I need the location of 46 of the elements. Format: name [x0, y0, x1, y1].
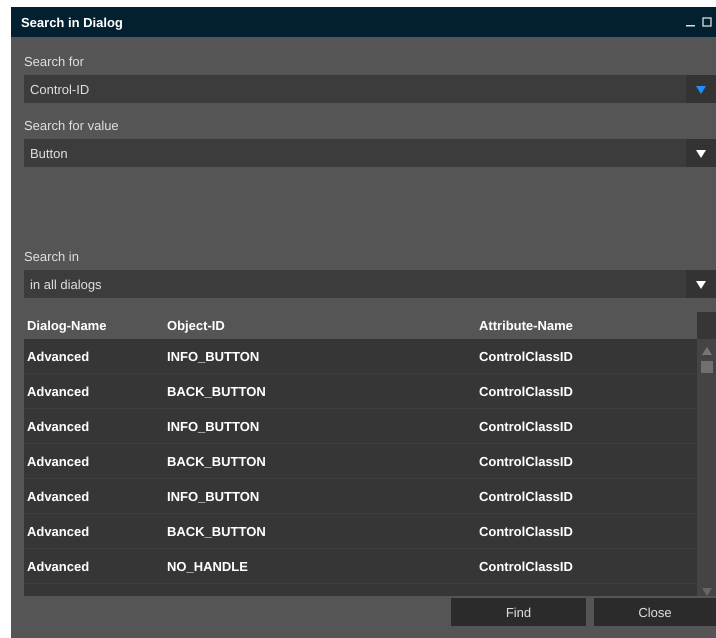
table-row[interactable]: Advanced INFO_BUTTON ControlClassID — [24, 479, 697, 514]
table-cell-text: ControlClassID — [479, 488, 574, 504]
table-row[interactable]: Advanced INFO_BUTTON ControlClassID — [24, 339, 697, 374]
table-cell-text: BACK_BUTTON — [167, 384, 267, 398]
dialog-button[interactable]: Close — [594, 598, 716, 626]
scrollbar[interactable] — [697, 312, 716, 596]
table-row[interactable]: Advanced BACK_BUTTON ControlClassID — [24, 444, 697, 479]
table-cell-text: INFO_BUTTON — [167, 418, 260, 434]
table-cell-text: INFO_BUTTON — [167, 348, 260, 364]
table-cell-text: Advanced — [26, 488, 90, 504]
table-cell-text: Advanced — [26, 348, 90, 364]
table-row[interactable]: Advanced INFO_BUTTON ControlClassID — [24, 409, 697, 444]
dropdown[interactable]: in all dialogs — [24, 270, 716, 298]
dialog-button[interactable]: Find — [451, 598, 586, 626]
scroll-thumb[interactable] — [700, 361, 712, 373]
dropdown[interactable]: Control-ID — [24, 75, 716, 103]
table-cell-text: ControlClassID — [479, 384, 574, 398]
window-title: Search in Dialog — [21, 14, 123, 30]
table-cell-text: Advanced — [26, 384, 90, 398]
table-cell-text: Advanced — [26, 454, 90, 468]
scroll-up-icon[interactable] — [702, 347, 712, 355]
table-cell-text: ControlClassID — [479, 348, 574, 364]
table-cell-text: NO_HANDLE — [167, 558, 249, 574]
dropdown[interactable]: Button — [24, 139, 716, 167]
field-label: Search in — [24, 248, 80, 265]
column-header[interactable]: Attribute-Name — [479, 318, 697, 333]
field-label: Search for — [24, 53, 85, 70]
column-header[interactable]: Dialog-Name — [24, 318, 167, 333]
table-cell-text: BACK_BUTTON — [167, 454, 267, 468]
scroll-down-icon[interactable] — [702, 588, 712, 596]
table-cell-text: INFO_BUTTON — [167, 488, 260, 504]
table-row[interactable]: Advanced BACK_BUTTON ControlClassID — [24, 514, 697, 549]
table-cell-text: ControlClassID — [479, 558, 574, 574]
table-cell-text: ControlClassID — [479, 454, 574, 468]
maximize-icon[interactable] — [702, 17, 712, 27]
table-row[interactable]: Advanced BACK_BUTTON ControlClassID — [24, 374, 697, 409]
table-cell-text: Advanced — [26, 524, 90, 538]
table-cell-text: BACK_BUTTON — [167, 524, 267, 538]
table-cell-text: ControlClassID — [479, 418, 574, 434]
table-cell-text: Advanced — [26, 418, 90, 434]
column-header[interactable]: Object-ID — [167, 318, 479, 333]
field-label: Search for value — [24, 117, 120, 134]
table-row[interactable]: Advanced NO_HANDLE ControlClassID — [24, 549, 697, 584]
scrollbar-corner — [697, 312, 716, 339]
table-cell-text: ControlClassID — [479, 524, 574, 538]
table-cell-text: Advanced — [26, 558, 90, 574]
